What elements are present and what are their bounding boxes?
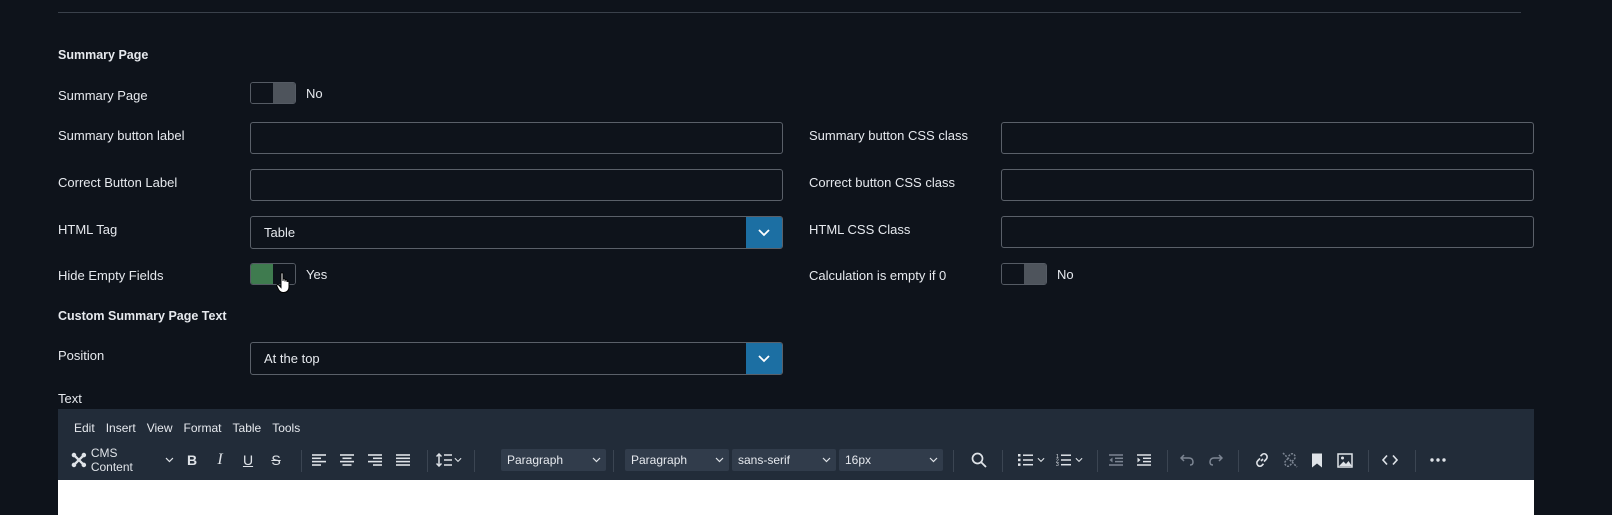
- position-select[interactable]: At the top: [250, 342, 783, 375]
- editor-toolbar: CMS Content B I U S Paragraph Paragraph …: [58, 445, 1534, 475]
- image-icon[interactable]: [1333, 445, 1357, 475]
- bold-icon[interactable]: B: [181, 445, 203, 475]
- chevron-down-icon: [165, 457, 174, 463]
- chevron-down-icon[interactable]: [746, 343, 782, 374]
- section-title-summary-page: Summary Page: [58, 48, 149, 62]
- font-family-value: sans-serif: [738, 453, 791, 467]
- bullet-list-icon[interactable]: [1014, 445, 1048, 475]
- numbered-list-icon[interactable]: 123: [1052, 445, 1086, 475]
- hand-cursor-icon: [276, 272, 292, 294]
- menu-edit[interactable]: Edit: [74, 421, 95, 435]
- correct-button-css-label: Correct button CSS class: [809, 175, 955, 190]
- chevron-down-icon: [454, 457, 462, 463]
- editor-menubar: Edit Insert View Format Table Tools: [74, 421, 300, 435]
- summary-button-label-label: Summary button label: [58, 128, 185, 143]
- font-size-dropdown[interactable]: 16px: [839, 449, 943, 471]
- menu-tools[interactable]: Tools: [272, 421, 300, 435]
- font-family-dropdown[interactable]: sans-serif: [732, 449, 836, 471]
- more-icon[interactable]: [1426, 445, 1450, 475]
- summary-button-css-label: Summary button CSS class: [809, 128, 968, 143]
- svg-text:3: 3: [1056, 462, 1059, 466]
- calc-empty-value: No: [1057, 267, 1074, 282]
- underline-icon[interactable]: U: [237, 445, 259, 475]
- html-css-class-label: HTML CSS Class: [809, 222, 911, 237]
- menu-format[interactable]: Format: [184, 421, 222, 435]
- menu-table[interactable]: Table: [233, 421, 262, 435]
- editor-content-area[interactable]: [58, 480, 1534, 515]
- html-tag-select[interactable]: Table: [250, 216, 783, 249]
- italic-icon[interactable]: I: [209, 445, 231, 475]
- position-label: Position: [58, 348, 105, 363]
- chevron-down-icon: [592, 457, 601, 463]
- strikethrough-icon[interactable]: S: [265, 445, 287, 475]
- line-height-icon[interactable]: [433, 445, 465, 475]
- outdent-icon[interactable]: [1104, 445, 1128, 475]
- menu-view[interactable]: View: [147, 421, 173, 435]
- summary-page-label: Summary Page: [58, 88, 148, 103]
- section-title-custom-summary: Custom Summary Page Text: [58, 309, 227, 323]
- link-icon[interactable]: [1250, 445, 1274, 475]
- chevron-down-icon[interactable]: [746, 217, 782, 248]
- align-justify-icon[interactable]: [392, 445, 414, 475]
- chevron-down-icon: [1075, 457, 1082, 463]
- summary-page-toggle-value: No: [306, 86, 323, 101]
- summary-button-label-input[interactable]: [250, 122, 783, 154]
- rich-text-editor: Edit Insert View Format Table Tools CMS …: [58, 409, 1534, 515]
- top-divider: [58, 12, 1521, 13]
- calc-empty-toggle[interactable]: [1001, 263, 1047, 285]
- summary-page-toggle[interactable]: [250, 82, 296, 104]
- undo-icon[interactable]: [1175, 445, 1199, 475]
- chevron-down-icon: [822, 457, 831, 463]
- html-css-class-input[interactable]: [1001, 216, 1534, 248]
- block-format-dropdown-2[interactable]: Paragraph: [625, 449, 729, 471]
- menu-insert[interactable]: Insert: [106, 421, 136, 435]
- bookmark-icon[interactable]: [1305, 445, 1329, 475]
- hide-empty-fields-label: Hide Empty Fields: [58, 268, 164, 283]
- block-format-2-value: Paragraph: [631, 453, 688, 467]
- align-center-icon[interactable]: [336, 445, 358, 475]
- chevron-down-icon: [715, 457, 724, 463]
- chevron-down-icon: [1037, 457, 1044, 463]
- summary-button-css-input[interactable]: [1001, 122, 1534, 154]
- search-icon[interactable]: [967, 445, 991, 475]
- calc-empty-label: Calculation is empty if 0: [809, 268, 947, 283]
- correct-button-label-input[interactable]: [250, 169, 783, 201]
- correct-button-css-input[interactable]: [1001, 169, 1534, 201]
- correct-button-label-label: Correct Button Label: [58, 175, 178, 190]
- cms-content-label: CMS Content: [90, 446, 133, 474]
- font-size-value: 16px: [845, 453, 872, 467]
- source-code-icon[interactable]: [1378, 445, 1402, 475]
- html-tag-selected: Table: [264, 225, 296, 240]
- hide-empty-fields-value: Yes: [306, 267, 328, 282]
- cms-content-button[interactable]: CMS Content: [70, 445, 174, 475]
- joomla-icon: [71, 452, 87, 468]
- chevron-down-icon: [929, 457, 938, 463]
- redo-icon[interactable]: [1204, 445, 1228, 475]
- html-tag-label: HTML Tag: [58, 222, 118, 237]
- position-selected: At the top: [264, 351, 320, 366]
- block-format-1-value: Paragraph: [507, 453, 564, 467]
- unlink-icon[interactable]: [1278, 445, 1302, 475]
- text-label: Text: [58, 391, 82, 406]
- block-format-dropdown-1[interactable]: Paragraph: [501, 449, 606, 471]
- align-right-icon[interactable]: [364, 445, 386, 475]
- indent-icon[interactable]: [1132, 445, 1156, 475]
- align-left-icon[interactable]: [308, 445, 330, 475]
